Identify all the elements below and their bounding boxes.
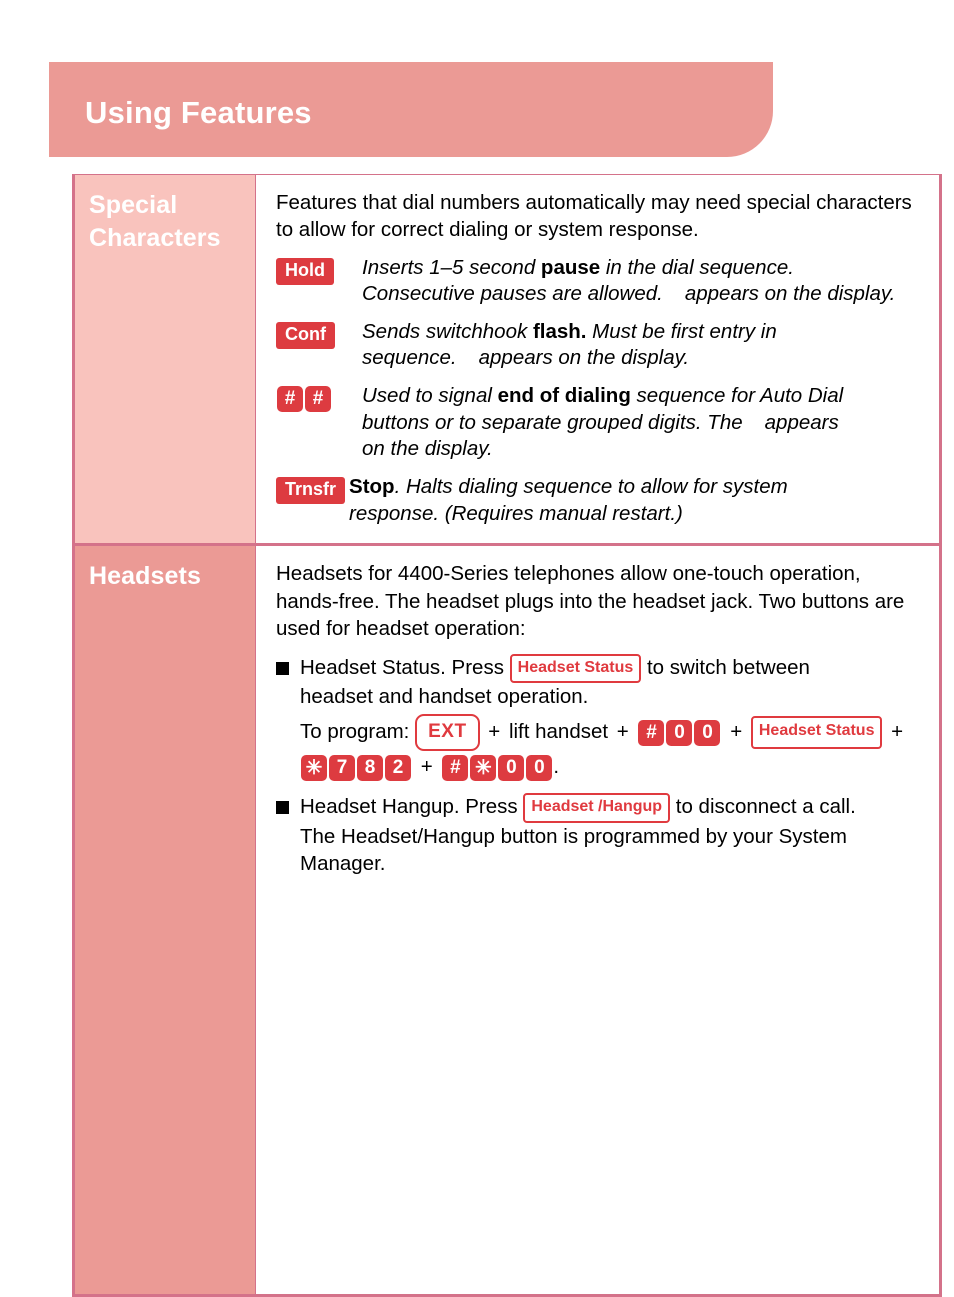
definition-row-conf: Conf Sends switchhook flash. Must be fir… — [276, 319, 923, 372]
program-sequence-row-1: To program: EXT + lift handset + #0 0 + H… — [300, 713, 923, 752]
headset-status-text-after: to switch between — [646, 656, 810, 680]
plus-sign-icon: + — [420, 755, 433, 779]
keypad-key-seven[interactable]: 7 — [329, 754, 355, 781]
headset-status-text-before: Headset Status. Press — [300, 656, 504, 680]
section-label-text: Special Characters — [89, 191, 221, 253]
definition-key-cell: Hold — [276, 255, 358, 285]
section-body-special-characters: Features that dial numbers automatically… — [255, 175, 939, 544]
headset-status-button[interactable]: Headset Status — [509, 654, 642, 684]
pound-key-chip-2[interactable]: # — [305, 386, 331, 413]
conf-key-chip[interactable]: Conf — [276, 321, 335, 350]
conf-line1-bold: flash. — [532, 319, 587, 343]
definition-row-pound: # # Used to signal end of dialing sequenc… — [276, 383, 923, 463]
pound-line1-bold: end of dialing — [497, 384, 631, 408]
program-sequence-row-2: ✳ 7 8 2 + # ✳ 0 0. — [300, 751, 923, 783]
keypad-key-zero[interactable]: 0 — [666, 719, 693, 746]
trnsfr-line1-bold: Stop — [349, 474, 395, 498]
headset-hangup-line2: The Headset/Hangup button is programmed … — [300, 824, 847, 848]
special-characters-intro: Features that dial numbers automatically… — [276, 191, 912, 242]
keypad-key-zero[interactable]: 0 — [694, 719, 721, 746]
definition-row-trnsfr: Trnsfr Stop. Halts dialing sequence to a… — [276, 474, 923, 527]
keypad-key-star[interactable]: ✳ — [301, 754, 327, 781]
headset-status-body: Headset Status. Press Headset Status to … — [300, 654, 923, 783]
plus-sign-icon: + — [730, 720, 743, 744]
section-label-text: Headsets — [89, 562, 201, 591]
definition-text-trnsfr: Stop. Halts dialing sequence to allow fo… — [345, 474, 923, 527]
section-label-headsets: Headsets — [75, 546, 255, 1294]
page-header-banner: Using Features — [49, 62, 773, 157]
feature-table: Special Characters Features that dial nu… — [72, 174, 942, 1297]
blank-space-filler — [276, 878, 923, 1278]
headset-status-button[interactable]: Headset Status — [750, 716, 883, 750]
plus-sign-icon: + — [616, 720, 629, 744]
keypad-key-pound[interactable]: # — [442, 754, 469, 781]
headset-hangup-line3: Manager. — [300, 852, 386, 876]
pound-key-chip-1[interactable]: # — [277, 386, 303, 413]
keypad-key-star[interactable]: ✳ — [470, 754, 497, 781]
conf-line2-pre: sequence. — [362, 346, 457, 370]
definition-key-cell: Conf — [276, 319, 358, 350]
list-item: Headset Hangup. Press Headset /Hangup to… — [276, 793, 923, 877]
headset-hangup-body: Headset Hangup. Press Headset /Hangup to… — [300, 793, 923, 877]
conf-line1-pre: Sends switchhook — [362, 319, 533, 343]
pound-line2-post: appears — [764, 410, 839, 434]
headset-hangup-line1: Headset Hangup. Press Headset /Hangup to… — [300, 793, 923, 823]
hold-key-chip[interactable]: Hold — [276, 257, 334, 285]
pound-line1-pre: Used to signal — [362, 384, 498, 408]
definition-text-pound: Used to signal end of dialing sequence f… — [358, 383, 923, 463]
conf-line1-post: Must be first entry in — [586, 319, 777, 343]
headsets-intro: Headsets for 4400-Series telephones allo… — [276, 562, 905, 640]
hold-line2-post: appears on the display. — [684, 282, 896, 306]
keypad-key-pound[interactable]: # — [638, 719, 665, 746]
headset-hangup-text-before: Headset Hangup. Press — [300, 795, 518, 819]
keypad-key-eight[interactable]: 8 — [357, 754, 383, 781]
section-body-headsets: Headsets for 4400-Series telephones allo… — [255, 546, 939, 1294]
table-row: Special Characters Features that dial nu… — [75, 175, 939, 544]
keypad-key-zero[interactable]: 0 — [498, 754, 525, 781]
hold-line2-pre: Consecutive pauses are allowed. — [362, 282, 663, 306]
definition-key-cell: Trnsfr — [276, 474, 346, 505]
plus-sign-icon: + — [891, 720, 904, 744]
page-title: Using Features — [85, 95, 312, 130]
keypad-key-zero[interactable]: 0 — [526, 754, 553, 781]
program-prefix: To program: — [300, 720, 410, 744]
square-bullet-icon — [276, 654, 300, 678]
definition-text-hold: Inserts 1–5 second pause in the dial seq… — [358, 255, 923, 308]
table-row: Headsets Headsets for 4400-Series teleph… — [75, 543, 939, 1294]
program-period: . — [553, 755, 560, 779]
pound-line1-post: sequence for Auto Dial — [630, 384, 844, 408]
definition-row-hold: Hold Inserts 1–5 second pause in the dia… — [276, 255, 923, 308]
headset-hangup-text-after: to disconnect a call. — [675, 795, 856, 819]
conf-line2-post: appears on the display. — [478, 346, 690, 370]
hold-line1-post: in the dial sequence. — [600, 255, 794, 279]
hold-line1-pre: Inserts 1–5 second — [362, 255, 541, 279]
hold-line1-bold: pause — [540, 255, 601, 279]
trnsfr-key-chip[interactable]: Trnsfr — [276, 476, 346, 505]
headset-hangup-button[interactable]: Headset /Hangup — [523, 793, 671, 823]
headsets-bullet-list: Headset Status. Press Headset Status to … — [276, 654, 923, 877]
ext-button[interactable]: EXT — [415, 713, 480, 752]
pound-line3: on the display. — [362, 437, 493, 461]
section-label-special-characters: Special Characters — [75, 175, 255, 544]
keypad-key-two[interactable]: 2 — [385, 754, 411, 781]
definition-text-conf: Sends switchhook flash. Must be first en… — [358, 319, 923, 372]
headset-status-program-instructions: To program: EXT + lift handset + #0 0 + H… — [300, 713, 923, 783]
square-bullet-icon — [276, 793, 300, 817]
pound-line2-pre: buttons or to separate grouped digits. T… — [362, 410, 743, 434]
plus-sign-icon: + — [488, 720, 501, 744]
list-item: Headset Status. Press Headset Status to … — [276, 654, 923, 783]
trnsfr-line1-post: . Halts dialing sequence to allow for sy… — [394, 474, 788, 498]
trnsfr-line2: response. (Requires manual restart.) — [349, 501, 683, 525]
program-mid-text: lift handset — [508, 720, 609, 744]
headset-status-line2: headset and handset operation. — [300, 685, 589, 709]
definition-key-cell: # # — [276, 383, 358, 413]
headset-status-line1: Headset Status. Press Headset Status to … — [300, 654, 923, 684]
